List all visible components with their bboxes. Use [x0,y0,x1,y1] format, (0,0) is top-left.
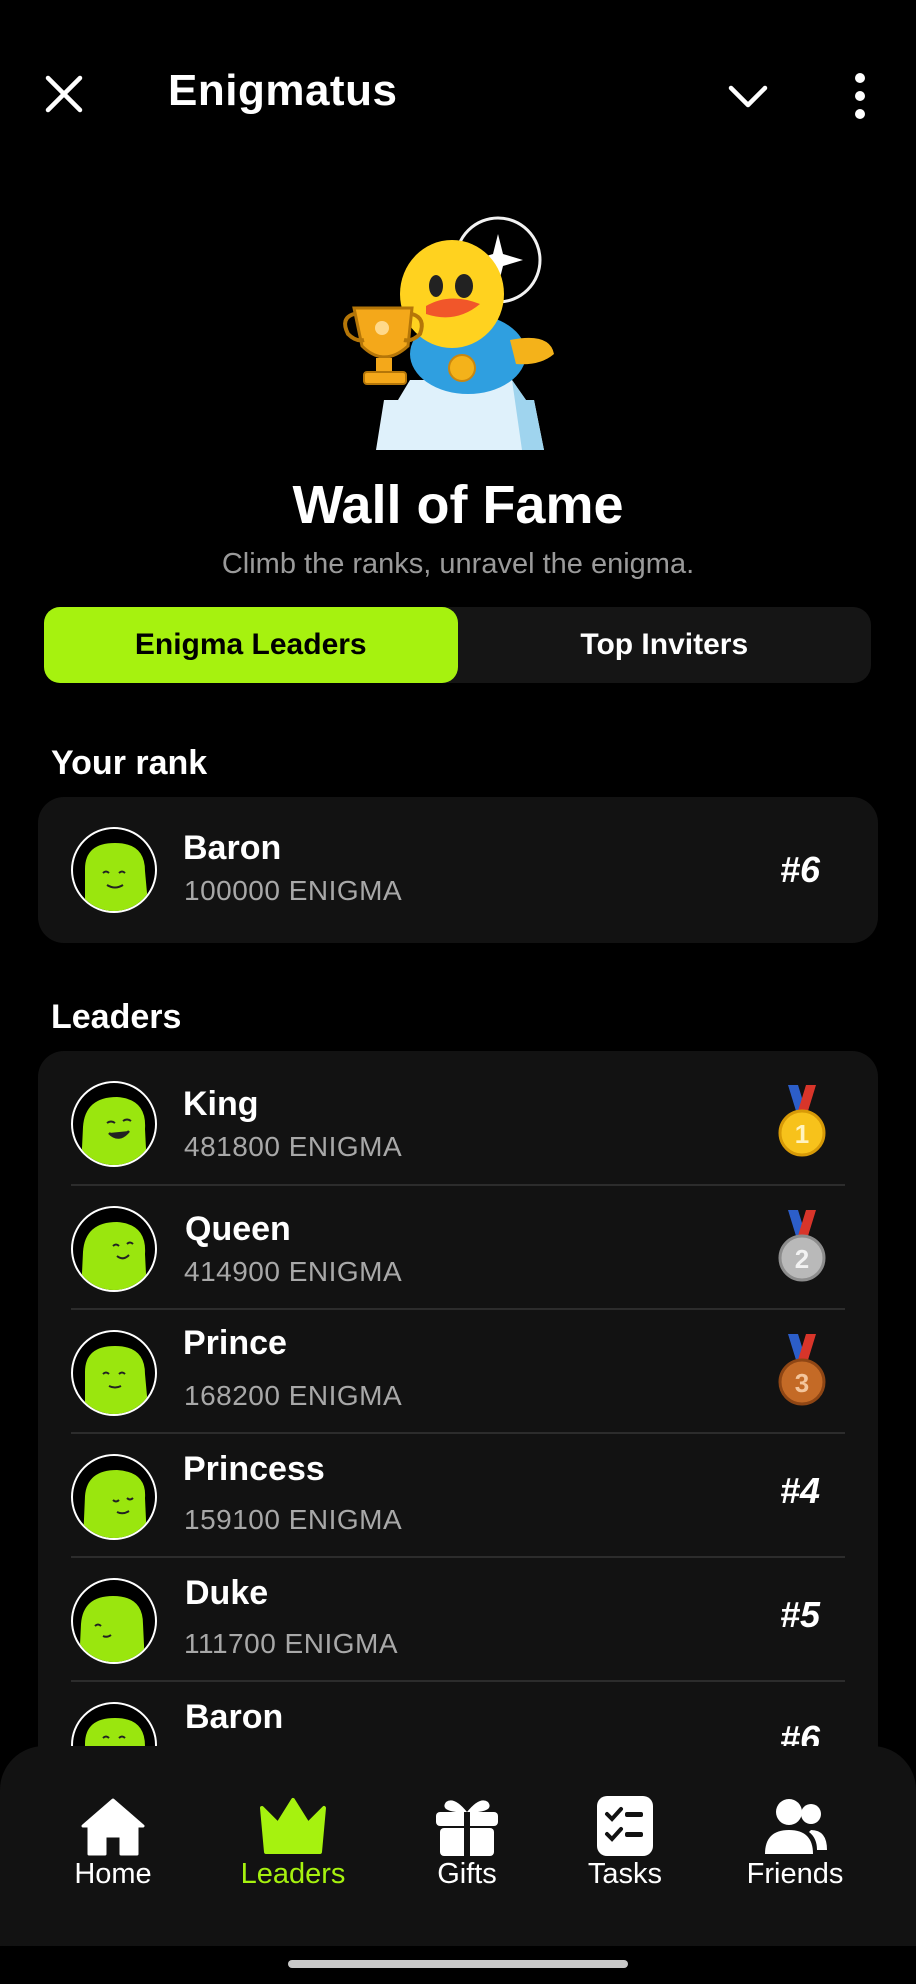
avatar [71,1081,157,1167]
tab-top-inviters[interactable]: Top Inviters [458,607,872,683]
app-title: Enigmatus [168,66,398,115]
rank-number: #4 [779,1470,820,1511]
player-score: 100000 ENIGMA [184,875,403,906]
nav-tasks[interactable]: Tasks [550,1796,700,1891]
nav-label: Gifts [437,1858,497,1890]
your-rank-heading: Your rank [51,744,208,782]
leaders-list: King 481800 ENIGMA 1 Queen 414900 ENIGMA… [38,1051,878,1771]
silver-medal-icon: 2 [778,1210,826,1282]
avatar [71,1330,157,1416]
bronze-medal-icon: 3 [778,1334,826,1406]
nav-label: Home [74,1858,152,1890]
nav-home[interactable]: Home [38,1796,188,1891]
avatar [71,1206,157,1292]
list-item[interactable]: Queen 414900 ENIGMA 2 [38,1186,878,1310]
avatar [71,1454,157,1540]
player-name: Prince [183,1324,287,1362]
player-score: 111700 ENIGMA [184,1628,399,1659]
nav-label: Leaders [240,1858,346,1890]
list-item[interactable]: King 481800 ENIGMA 1 [38,1051,878,1186]
list-item[interactable]: Duke 111700 ENIGMA #5 [38,1558,878,1682]
player-name: Queen [185,1210,291,1248]
nav-gifts[interactable]: Gifts [392,1796,542,1891]
gold-medal-icon: 1 [778,1085,826,1157]
page-title: Wall of Fame [292,475,624,535]
avatar [71,827,157,913]
medal-number: 3 [795,1368,809,1398]
player-score: 481800 ENIGMA [184,1131,403,1162]
nav-label: Friends [746,1858,844,1890]
rank-number: #6 [779,849,820,890]
list-item[interactable]: Prince 168200 ENIGMA 3 [38,1310,878,1434]
player-name: King [183,1085,259,1123]
player-name: Baron [185,1698,284,1736]
nav-leaders[interactable]: Leaders [218,1796,368,1891]
gift-icon [436,1800,498,1856]
bottom-nav: Home Leaders Gifts Tasks Friends [0,1746,916,1946]
home-indicator[interactable] [288,1960,628,1968]
player-score: 414900 ENIGMA [184,1256,403,1287]
home-icon [81,1798,145,1856]
player-name: Duke [185,1574,269,1612]
close-icon[interactable] [40,70,88,118]
player-name: Princess [183,1450,325,1488]
medal-number: 2 [795,1244,809,1274]
leaders-heading: Leaders [51,998,182,1036]
player-score: 168200 ENIGMA [184,1380,403,1411]
page-subtitle: Climb the ranks, unravel the enigma. [221,548,695,580]
list-item[interactable]: Princess 159100 ENIGMA #4 [38,1434,878,1558]
app-screen: Enigmatus Wall of Fame Climb the ranks, … [0,0,916,1984]
your-rank-card[interactable]: Baron 100000 ENIGMA #6 [38,797,878,943]
medal-number: 1 [795,1119,809,1149]
more-options-icon[interactable] [844,70,876,122]
chevron-down-icon[interactable] [726,74,770,118]
segmented-tabs: Enigma Leaders Top Inviters [44,607,871,683]
rank-number: #5 [779,1594,820,1635]
tab-enigma-leaders[interactable]: Enigma Leaders [44,607,458,683]
player-name: Baron [183,829,282,867]
nav-label: Tasks [587,1858,663,1890]
tasks-icon [597,1796,653,1856]
crown-icon [260,1798,326,1854]
duck-trophy-icon [343,216,554,450]
avatar [71,1578,157,1664]
friends-icon [765,1799,827,1854]
player-score: 159100 ENIGMA [184,1504,403,1535]
nav-friends[interactable]: Friends [720,1796,870,1891]
header: Enigmatus [0,0,916,190]
